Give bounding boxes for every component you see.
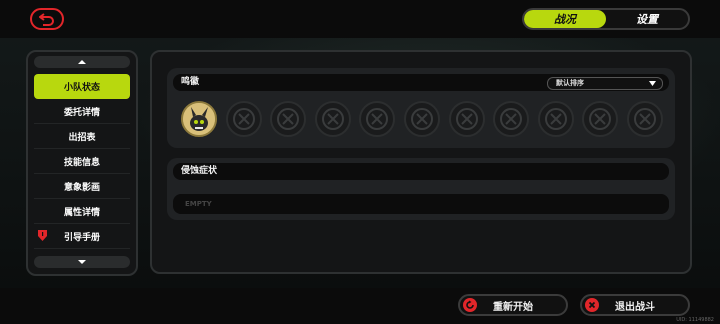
caret-down-icon: [649, 81, 656, 86]
badge-slot[interactable]: [448, 101, 485, 137]
badge-slot[interactable]: [359, 101, 396, 137]
empty-slot-icon: [544, 108, 567, 130]
sidebar-scroll-down-button[interactable]: [34, 256, 130, 268]
empty-slot-icon: [232, 108, 255, 130]
sidebar-scroll-up-button[interactable]: [34, 56, 130, 68]
chevron-down-icon: [78, 260, 86, 264]
exit-battle-label: 退出战斗: [615, 301, 655, 313]
sidebar-item-label: 引导手册: [63, 232, 100, 243]
restart-button[interactable]: 重新开始: [458, 294, 568, 316]
sidebar-item-label: 技能信息: [63, 157, 100, 168]
bottom-bar: 重新开始 退出战斗 UID: 11149882: [0, 288, 720, 324]
badge-slot[interactable]: [403, 101, 440, 137]
badge-slot[interactable]: [626, 101, 663, 137]
badge-slot[interactable]: [493, 101, 530, 137]
empty-slot-icon: [633, 108, 656, 130]
main-panel: 鸣徽 默认排序 侵蚀症状 EMPTY: [150, 50, 692, 274]
erosion-empty-row: EMPTY: [173, 194, 669, 214]
sidebar-item-move-list[interactable]: 出招表: [34, 124, 130, 149]
tab-battle-status[interactable]: 战况: [524, 10, 606, 28]
restart-icon: [463, 298, 477, 312]
badges-header: 鸣徽 默认排序: [173, 74, 669, 91]
sort-dropdown[interactable]: 默认排序: [547, 77, 663, 90]
erosion-header: 侵蚀症状: [173, 163, 669, 180]
close-icon: [585, 298, 599, 312]
sidebar-item-label: 小队状态: [63, 83, 100, 93]
badge-slot[interactable]: [181, 101, 217, 137]
badge-slot[interactable]: [537, 101, 574, 137]
badge-slot[interactable]: [582, 101, 619, 137]
bangboo-badge-icon: [183, 103, 215, 135]
sidebar-item-squad-status[interactable]: 小队状态: [34, 74, 130, 99]
sidebar: 小队状态 委托详情 出招表 技能信息 意象影画 属性详情 引导手册: [26, 50, 138, 276]
empty-slot-icon: [366, 108, 389, 130]
empty-slot-icon: [500, 108, 523, 130]
sidebar-item-label: 意象影画: [63, 182, 100, 193]
badge-slot[interactable]: [270, 101, 307, 137]
badges-title: 鸣徽: [181, 77, 200, 87]
sidebar-item-mindscape[interactable]: 意象影画: [34, 174, 130, 199]
sidebar-item-attribute-details[interactable]: 属性详情: [34, 199, 130, 224]
sort-dropdown-value: 默认排序: [556, 79, 584, 87]
badges-card: 鸣徽 默认排序: [167, 68, 675, 148]
tab-settings[interactable]: 设置: [606, 10, 688, 28]
back-arrow-icon: [39, 13, 54, 26]
back-button[interactable]: [30, 8, 64, 30]
exit-battle-button[interactable]: 退出战斗: [580, 294, 690, 316]
erosion-title: 侵蚀症状: [181, 166, 218, 176]
empty-slot-icon: [589, 108, 612, 130]
empty-slot-icon: [455, 108, 478, 130]
restart-label: 重新开始: [493, 301, 533, 313]
chevron-up-icon: [78, 60, 86, 64]
badge-slots: [181, 101, 672, 137]
uid-text: UID: 11149882: [676, 317, 714, 323]
sidebar-item-skill-info[interactable]: 技能信息: [34, 149, 130, 174]
empty-slot-icon: [277, 108, 300, 130]
erosion-card: 侵蚀症状 EMPTY: [167, 158, 675, 220]
badge-slot[interactable]: [225, 101, 262, 137]
alert-icon: [38, 230, 47, 241]
top-bar: 战况 设置: [0, 0, 720, 38]
empty-slot-icon: [410, 108, 433, 130]
empty-slot-icon: [321, 108, 344, 130]
sidebar-item-label: 属性详情: [63, 207, 100, 218]
sidebar-item-guide[interactable]: 引导手册: [34, 224, 130, 249]
sidebar-item-label: 委托详情: [63, 107, 100, 118]
top-tabs: 战况 设置: [522, 8, 690, 30]
badge-slot[interactable]: [314, 101, 351, 137]
sidebar-item-label: 出招表: [68, 132, 96, 143]
sidebar-item-commission-details[interactable]: 委托详情: [34, 99, 130, 124]
